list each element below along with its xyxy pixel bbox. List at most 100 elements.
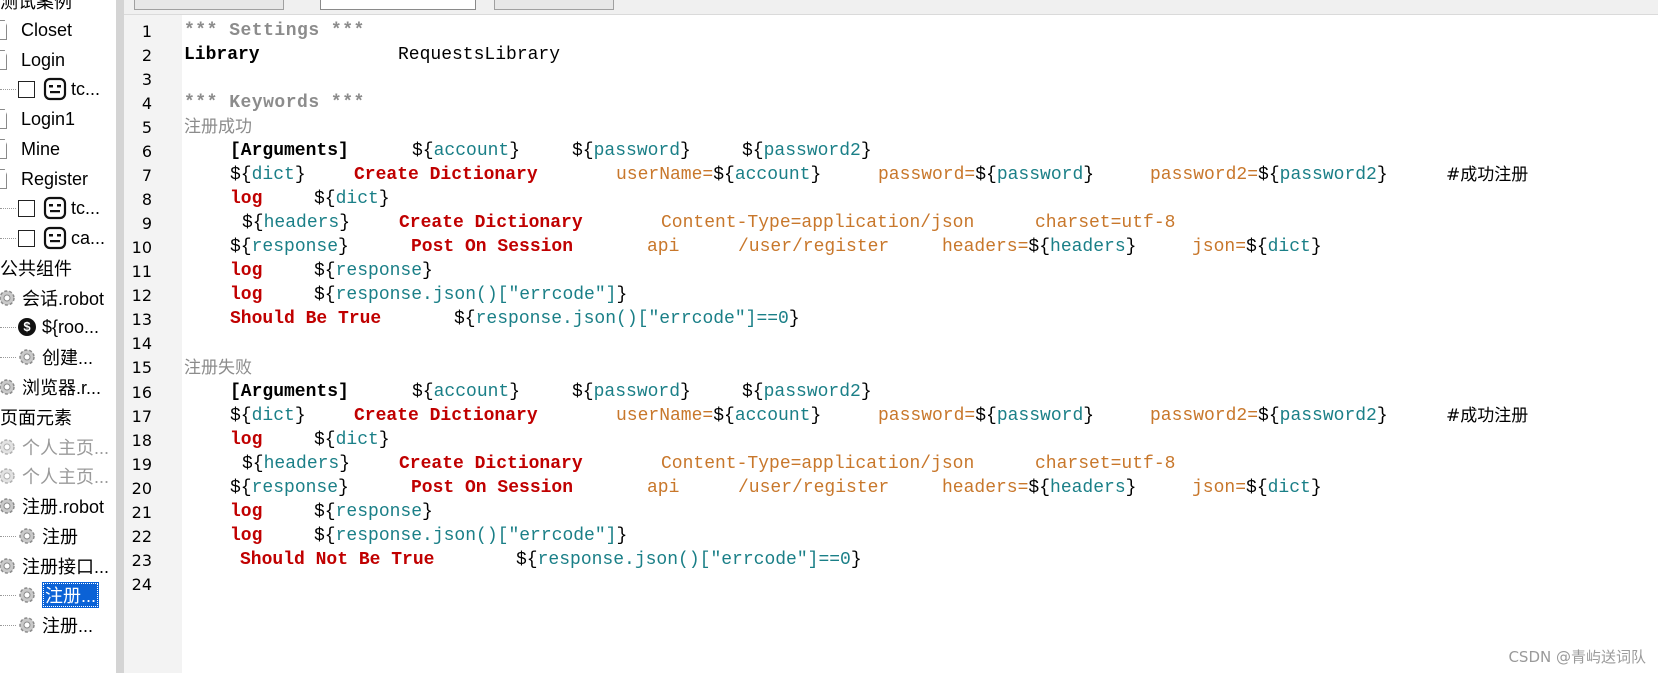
code-var: ${dict} <box>230 406 306 426</box>
project-tree[interactable]: 测试案例 Closet Login tc... Login1 Mine Regi… <box>0 0 116 673</box>
text-editor[interactable]: 1 2 3 4 5 6 7 8 9 10 11 12 13 14 15 16 1… <box>124 15 1658 673</box>
line-number: 2 <box>141 46 152 65</box>
tree-item-testcase[interactable]: ca... <box>0 223 116 253</box>
line-number: 11 <box>131 262 152 281</box>
code-arg: api <box>647 237 680 257</box>
tree-item-resource[interactable]: 浏览器.r... <box>0 372 116 402</box>
code-arguments: [Arguments] <box>230 141 349 161</box>
tree-item-testcase[interactable]: tc... <box>0 193 116 223</box>
line-number: 22 <box>131 527 152 546</box>
tree-item-resource[interactable]: 注册接口... <box>0 551 116 581</box>
code-arg: password=${password} <box>878 165 1095 185</box>
gear-icon <box>19 349 35 365</box>
tree-item-label: 个人主页... <box>22 467 110 487</box>
code-keyword-call: log <box>230 189 263 209</box>
code-comment: #成功注册 <box>1446 165 1529 185</box>
code-keyword-call: log <box>230 285 263 305</box>
tree-item-label: ca... <box>71 227 106 248</box>
line-number: 24 <box>131 575 152 594</box>
editor-toolbar <box>124 0 1658 15</box>
code-keyword-call: Create Dictionary <box>354 165 538 185</box>
tree-item-resource[interactable]: 注册.robot <box>0 491 116 521</box>
tree-item-label: ${roo... <box>42 316 100 337</box>
tree-item-login[interactable]: Login <box>0 45 116 75</box>
code-arg: userName=${account} <box>616 165 822 185</box>
tree-item-label: Mine <box>21 138 61 159</box>
code-keyword-call: log <box>230 526 263 546</box>
robot-icon <box>43 77 67 101</box>
code-arg: password2=${password2} <box>1150 165 1388 185</box>
code-library-name: RequestsLibrary <box>398 45 561 65</box>
tree-item-keyword[interactable]: 注册 <box>0 521 116 551</box>
tree-item-label: Login <box>21 49 66 70</box>
tree-item-label: 创建... <box>42 348 94 368</box>
code-var: ${response} <box>230 478 349 498</box>
tree-item-resource[interactable]: 会话.robot <box>0 283 116 313</box>
gear-icon <box>0 468 15 484</box>
tree-item-label: tc... <box>71 78 101 99</box>
code-setting-library: Library <box>184 45 260 65</box>
code-keyword-call: Should Be True <box>230 309 382 329</box>
file-icon <box>0 50 7 70</box>
tree-item-keyword-selected[interactable]: 注册... <box>0 580 116 610</box>
tree-section-test-cases[interactable]: 测试案例 <box>0 0 116 16</box>
toolbar-button[interactable] <box>494 0 614 10</box>
toolbar-button[interactable] <box>134 0 284 10</box>
line-number: 8 <box>141 190 152 209</box>
code-var: ${account} <box>412 141 521 161</box>
testcase-checkbox[interactable] <box>18 229 35 247</box>
code-arg: Content-Type=application/json <box>661 213 975 233</box>
testcase-checkbox[interactable] <box>18 80 35 98</box>
code-var: ${dict} <box>314 430 390 450</box>
tree-item-closet[interactable]: Closet <box>0 15 116 45</box>
tree-item-resource[interactable]: 个人主页... <box>0 461 116 491</box>
toolbar-input[interactable] <box>320 0 476 10</box>
code-var: ${response.json()["errcode"]==0} <box>454 309 800 329</box>
tree-item-mine[interactable]: Mine <box>0 134 116 164</box>
line-number: 14 <box>131 334 152 353</box>
code-arg: json=${dict} <box>1192 478 1322 498</box>
tree-item-login1[interactable]: Login1 <box>0 104 116 134</box>
code-arg: /user/register <box>738 478 890 498</box>
code-keyword-call: Create Dictionary <box>399 213 583 233</box>
variable-icon: $ <box>18 318 36 336</box>
tree-scrollbar[interactable] <box>116 0 124 673</box>
code-var: ${password} <box>572 141 691 161</box>
code-arg: headers=${headers} <box>942 478 1137 498</box>
gear-icon <box>19 617 35 633</box>
line-number: 9 <box>141 214 152 233</box>
tree-item-keyword[interactable]: 创建... <box>0 342 116 372</box>
tree-item-label: Closet <box>21 19 73 40</box>
gear-icon <box>0 290 15 306</box>
line-number: 6 <box>141 142 152 161</box>
code-arg: charset=utf-8 <box>1035 454 1176 474</box>
gear-icon <box>19 587 35 603</box>
tree-item-register[interactable]: Register <box>0 164 116 194</box>
line-number: 7 <box>141 166 152 185</box>
code-keyword-call: Create Dictionary <box>399 454 583 474</box>
code-var: ${response} <box>230 237 349 257</box>
tree-item-label: 注册.robot <box>22 497 105 517</box>
tree-item-resource[interactable]: 个人主页... <box>0 432 116 462</box>
code-var: ${headers} <box>242 213 351 233</box>
code-arg: json=${dict} <box>1192 237 1322 257</box>
tree-item-variable[interactable]: $ ${roo... <box>0 312 116 342</box>
code-arg: userName=${account} <box>616 406 822 426</box>
code-keyword-call: Create Dictionary <box>354 406 538 426</box>
tree-item-label: 注册 <box>42 527 78 547</box>
testcase-checkbox[interactable] <box>18 199 35 217</box>
code-arg: headers=${headers} <box>942 237 1137 257</box>
line-number-gutter: 1 2 3 4 5 6 7 8 9 10 11 12 13 14 15 16 1… <box>124 15 182 673</box>
tree-section-common[interactable]: 公共组件 <box>0 253 116 283</box>
tree-item-testcase[interactable]: tc... <box>0 74 116 104</box>
gear-icon <box>0 498 15 514</box>
tree-section-page-elements[interactable]: 页面元素 <box>0 402 116 432</box>
code-var: ${password} <box>572 382 691 402</box>
tree-item-label: 会话.robot <box>22 289 105 309</box>
code-keyword-call: Post On Session <box>411 237 574 257</box>
tree-item-label: 注册... <box>42 616 94 636</box>
file-icon <box>0 20 7 40</box>
tree-item-keyword[interactable]: 注册... <box>0 610 116 640</box>
code-keyword-call: log <box>230 502 263 522</box>
gear-icon <box>0 558 15 574</box>
